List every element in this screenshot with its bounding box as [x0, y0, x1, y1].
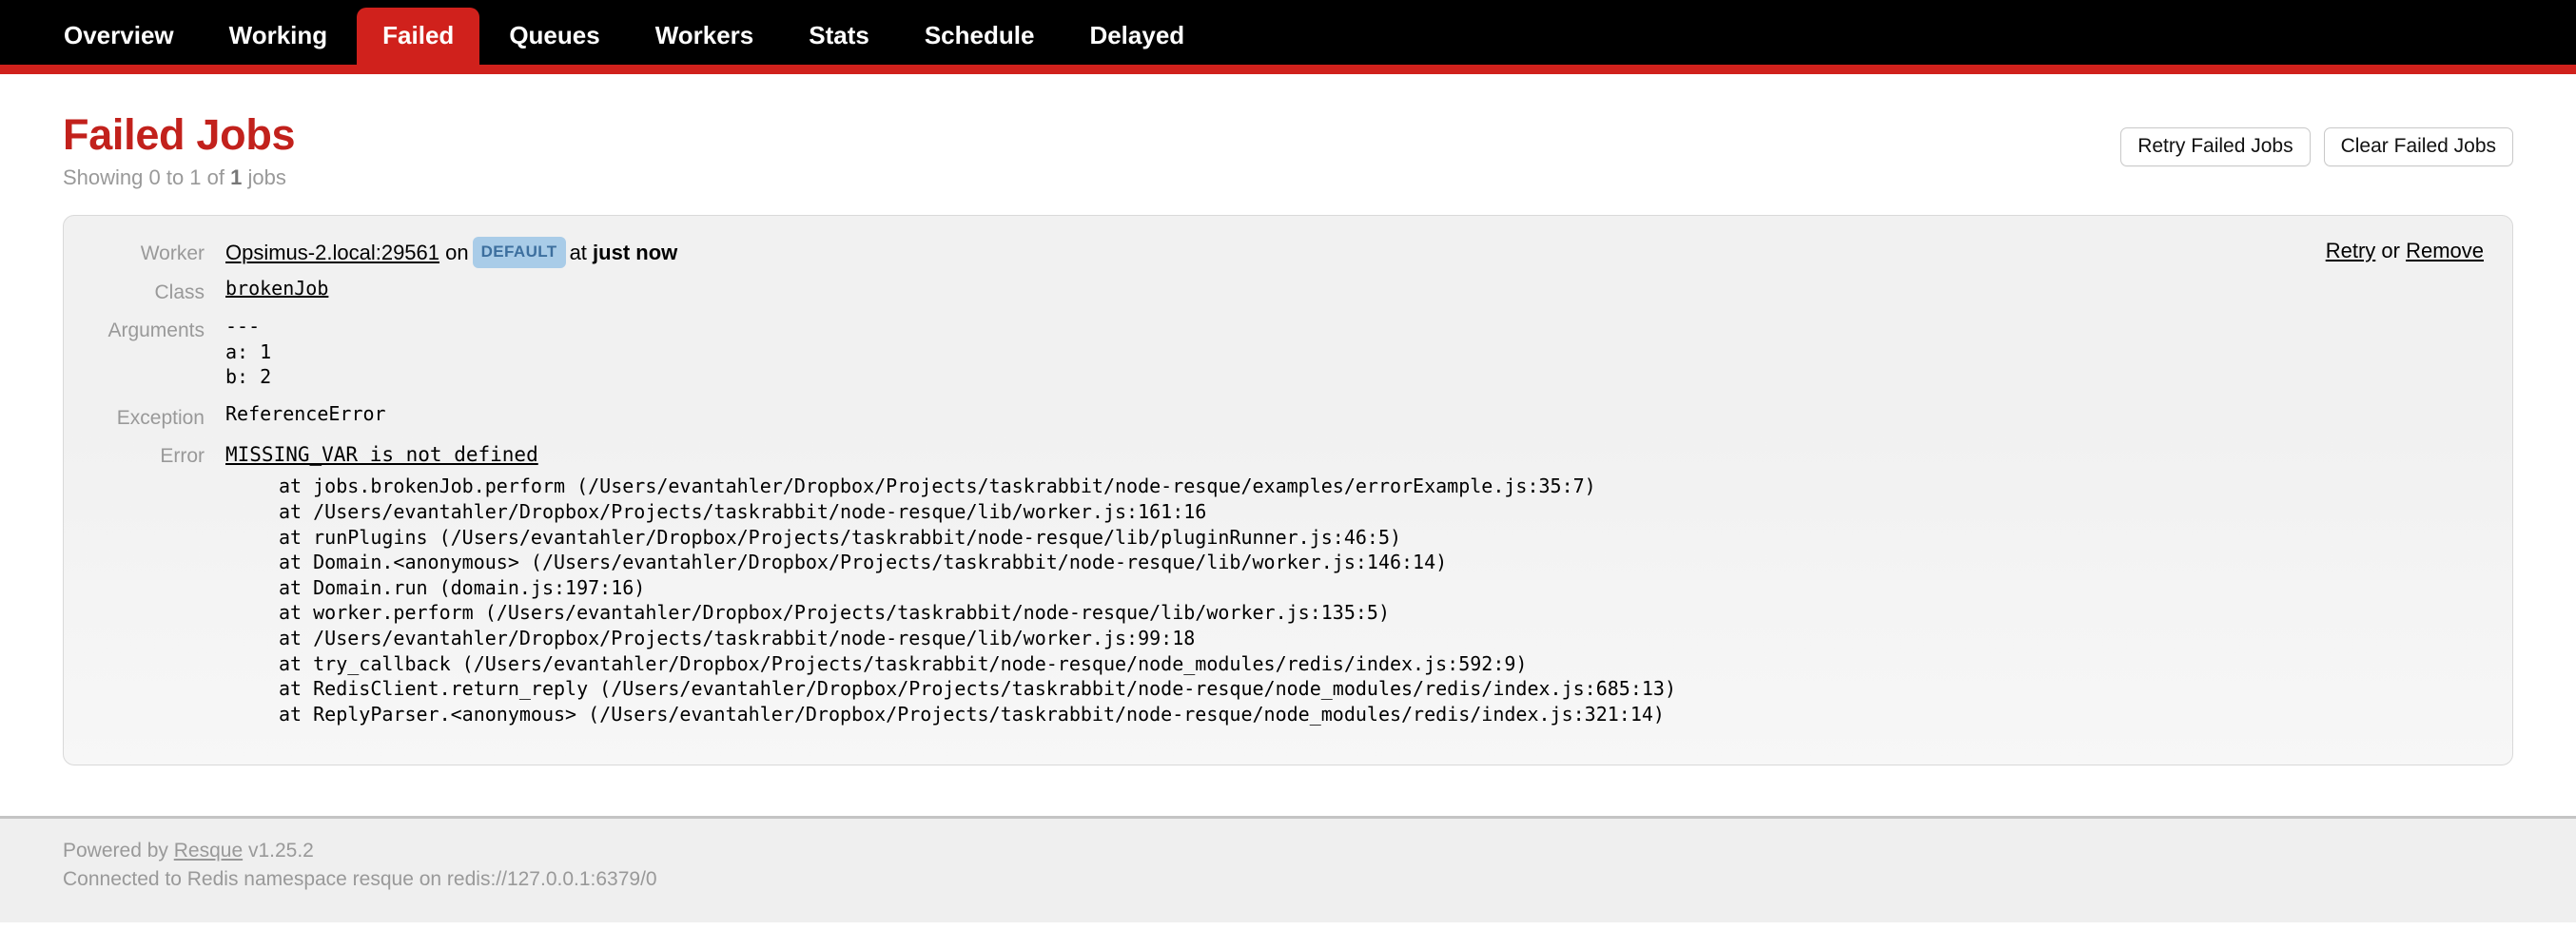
retry-job-link[interactable]: Retry	[2326, 239, 2376, 262]
class-link[interactable]: brokenJob	[225, 277, 328, 300]
nav-item-schedule[interactable]: Schedule	[899, 8, 1061, 65]
nav-item-overview[interactable]: Overview	[38, 8, 200, 65]
powered-by-line: Powered by Resque v1.25.2	[63, 840, 2576, 862]
arguments-label: Arguments	[107, 320, 205, 342]
exception-value: ReferenceError	[225, 402, 386, 426]
row-actions-separator: or	[2381, 239, 2400, 262]
worker-row: Worker Opsimus-2.local:29561 on DEFAULT at…	[92, 237, 2484, 268]
class-value: brokenJob	[225, 276, 2484, 301]
arguments-value: --- a: 1 b: 2	[225, 314, 2484, 390]
class-row: Class brokenJob	[92, 276, 2484, 306]
error-row: Error MISSING_VAR is not defined at jobs…	[92, 439, 2484, 726]
exception-row: Exception ReferenceError	[92, 401, 2484, 432]
results-summary-count: 1	[230, 165, 243, 189]
failed-job-card: Retry or Remove Worker Opsimus-2.local:2…	[63, 215, 2513, 766]
redis-connection-line: Connected to Redis namespace resque on r…	[63, 868, 657, 890]
results-summary-suffix: jobs	[242, 165, 286, 189]
resque-version: v1.25.2	[243, 840, 314, 862]
error-value: MISSING_VAR is not defined at jobs.broke…	[225, 439, 2484, 726]
main-navigation: Overview Working Failed Queues Workers S…	[0, 0, 2576, 74]
worker-value: Opsimus-2.local:29561 on DEFAULT at just n…	[225, 237, 2484, 268]
header-actions: Retry Failed Jobs Clear Failed Jobs	[2120, 127, 2513, 166]
queue-badge: DEFAULT	[472, 237, 566, 268]
clear-failed-jobs-button[interactable]: Clear Failed Jobs	[2323, 127, 2513, 166]
resque-link[interactable]: Resque	[174, 840, 243, 862]
nav-item-queues[interactable]: Queues	[483, 8, 625, 65]
page-header: Failed Jobs Showing 0 to 1 of 1 jobs Ret…	[63, 74, 2513, 190]
worker-at-text: at	[569, 241, 587, 264]
worker-timestamp: just now	[593, 241, 678, 264]
results-summary-prefix: Showing 0 to 1 of	[63, 165, 231, 189]
error-label: Error	[160, 445, 205, 468]
nav-item-working[interactable]: Working	[204, 8, 354, 65]
main-content: Failed Jobs Showing 0 to 1 of 1 jobs Ret…	[0, 65, 2576, 816]
arguments-row: Arguments --- a: 1 b: 2	[92, 314, 2484, 390]
remove-job-link[interactable]: Remove	[2406, 239, 2484, 262]
retry-failed-jobs-button[interactable]: Retry Failed Jobs	[2120, 127, 2311, 166]
nav-item-delayed[interactable]: Delayed	[1064, 8, 1210, 65]
error-backtrace: at jobs.brokenJob.perform (/Users/evanta…	[279, 474, 1677, 726]
class-label: Class	[154, 281, 205, 303]
nav-item-failed[interactable]: Failed	[357, 8, 480, 65]
worker-link[interactable]: Opsimus-2.local:29561	[225, 241, 439, 264]
exception-label: Exception	[116, 407, 205, 430]
nav-item-workers[interactable]: Workers	[630, 8, 780, 65]
arguments-yaml: --- a: 1 b: 2	[225, 315, 272, 389]
page-footer: Powered by Resque v1.25.2 Connected to R…	[0, 816, 2576, 922]
powered-by-prefix: Powered by	[63, 840, 174, 862]
worker-on-text: on	[445, 241, 469, 264]
job-row-actions: Retry or Remove	[2326, 239, 2484, 263]
nav-item-stats[interactable]: Stats	[783, 8, 895, 65]
worker-label: Worker	[140, 242, 205, 264]
error-message-link[interactable]: MISSING_VAR is not defined	[225, 443, 538, 466]
results-summary: Showing 0 to 1 of 1 jobs	[63, 165, 2513, 190]
